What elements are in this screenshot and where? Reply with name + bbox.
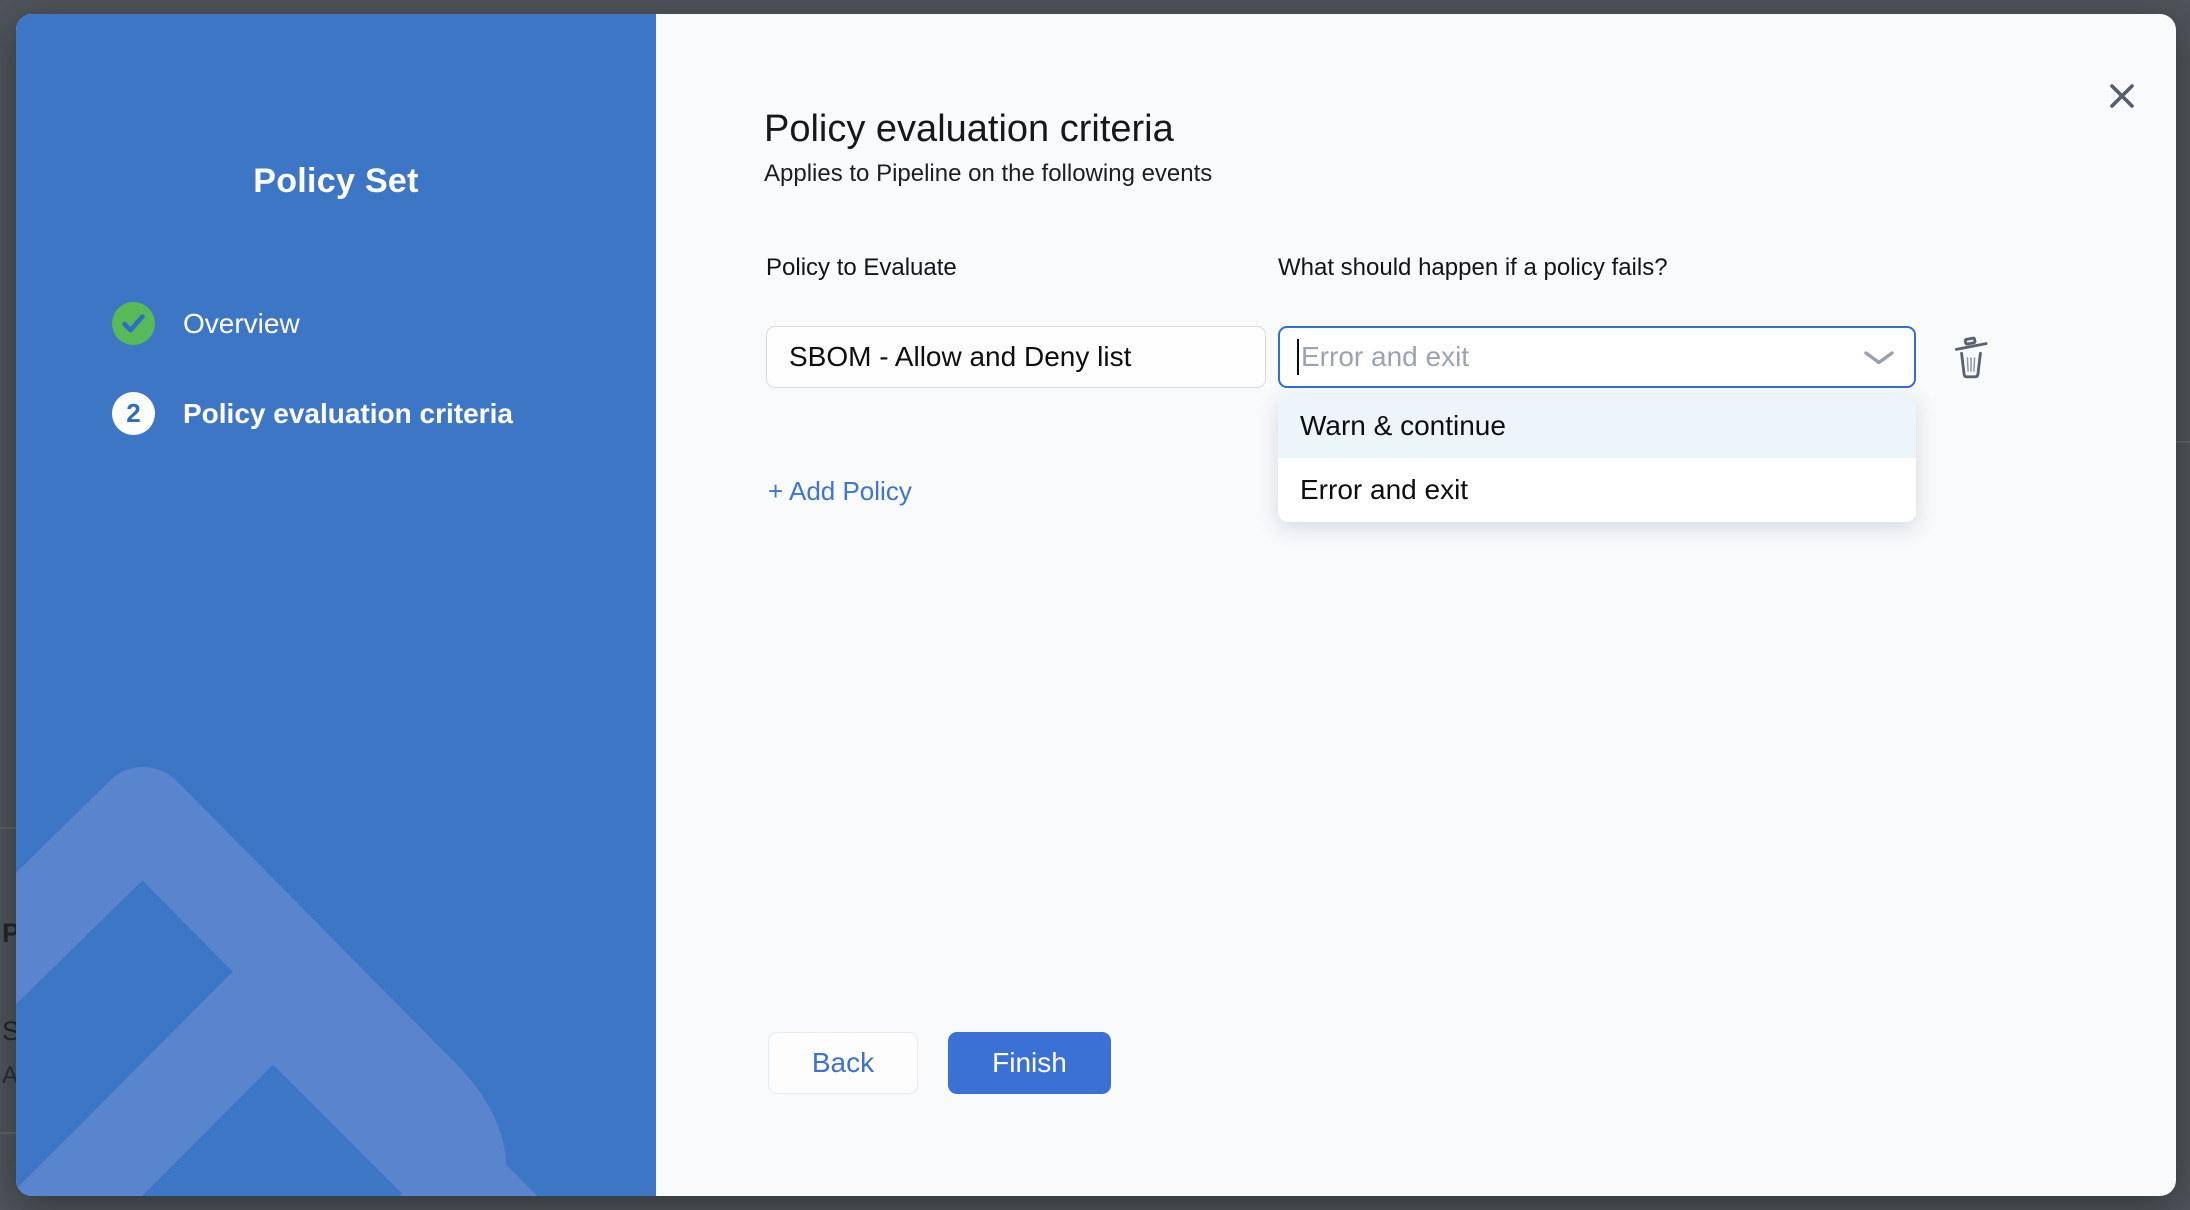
delete-policy-row-button[interactable]	[1946, 334, 1996, 384]
wizard-title: Policy Set	[16, 162, 656, 201]
step-label: Policy evaluation criteria	[183, 398, 513, 430]
brand-watermark-logo	[16, 726, 656, 1196]
sidebar-step-policy-evaluation-criteria[interactable]: 2 Policy evaluation criteria	[112, 392, 513, 435]
trash-icon	[1948, 335, 1994, 381]
fail-action-select[interactable]: Error and exit	[1278, 326, 1916, 388]
policy-to-evaluate-input[interactable]	[766, 326, 1266, 388]
policy-fail-action-label: What should happen if a policy fails?	[1278, 254, 1668, 282]
add-policy-link[interactable]: + Add Policy	[768, 476, 912, 507]
policy-to-evaluate-label: Policy to Evaluate	[766, 254, 957, 282]
finish-button[interactable]: Finish	[948, 1032, 1111, 1094]
chevron-down-icon	[1862, 349, 1896, 367]
check-icon	[112, 302, 155, 345]
background-seam	[0, 827, 16, 829]
text-cursor	[1297, 339, 1299, 375]
select-placeholder: Error and exit	[1301, 341, 1469, 373]
back-button[interactable]: Back	[768, 1032, 918, 1094]
policy-set-modal: Policy Set Overview 2 Policy evaluation …	[16, 14, 2176, 1196]
background-seam	[0, 1132, 16, 1134]
close-button[interactable]	[2092, 66, 2152, 126]
modal-content: Policy evaluation criteria Applies to Pi…	[656, 14, 2176, 1196]
dialog-subtitle: Applies to Pipeline on the following eve…	[764, 160, 1212, 188]
sidebar-step-overview[interactable]: Overview	[112, 302, 300, 345]
close-icon	[2107, 81, 2137, 111]
screen: P S A Policy Set Overview 2 Policy evalu…	[0, 0, 2190, 1210]
menu-item-warn-continue[interactable]: Warn & continue	[1278, 394, 1916, 458]
dialog-title: Policy evaluation criteria	[764, 108, 1174, 151]
wizard-sidebar: Policy Set Overview 2 Policy evaluation …	[16, 14, 656, 1196]
step-number-badge: 2	[112, 392, 155, 435]
background-seam	[2176, 441, 2190, 443]
fail-action-dropdown-menu: Warn & continue Error and exit	[1278, 394, 1916, 522]
menu-item-error-exit[interactable]: Error and exit	[1278, 458, 1916, 522]
step-label: Overview	[183, 308, 300, 340]
